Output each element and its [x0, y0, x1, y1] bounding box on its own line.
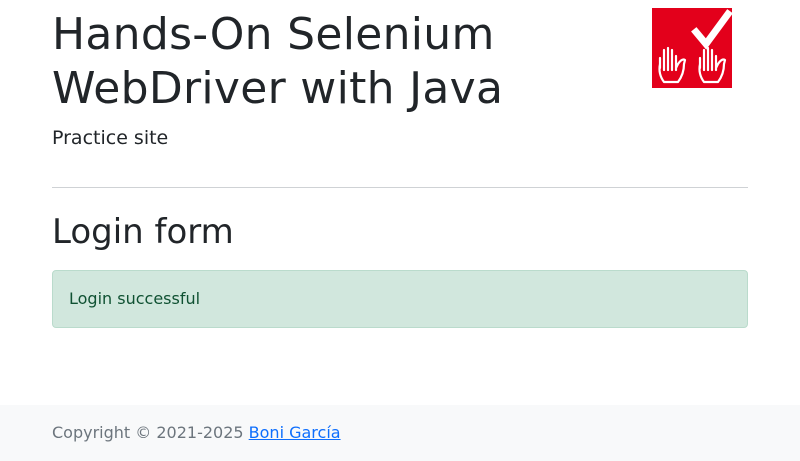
site-subtitle: Practice site — [52, 127, 169, 149]
success-alert: Login successful — [52, 270, 748, 328]
copyright-text: Copyright © 2021-2025 — [52, 423, 244, 442]
header-divider — [52, 187, 748, 188]
footer-copyright: Copyright © 2021-2025 Boni García — [52, 423, 341, 443]
site-title-line-2: WebDriver with Java — [52, 63, 504, 114]
site-header: Hands-On Selenium WebDriver with Java Pr… — [52, 8, 748, 150]
site-title: Hands-On Selenium WebDriver with Java — [52, 8, 748, 116]
hands-checkmark-logo-icon — [652, 8, 732, 88]
footer: Copyright © 2021-2025 Boni García — [0, 405, 800, 461]
site-title-line-1: Hands-On Selenium — [52, 9, 495, 60]
author-link[interactable]: Boni García — [249, 423, 341, 442]
section-title: Login form — [52, 212, 234, 252]
page: Hands-On Selenium WebDriver with Java Pr… — [0, 0, 800, 461]
